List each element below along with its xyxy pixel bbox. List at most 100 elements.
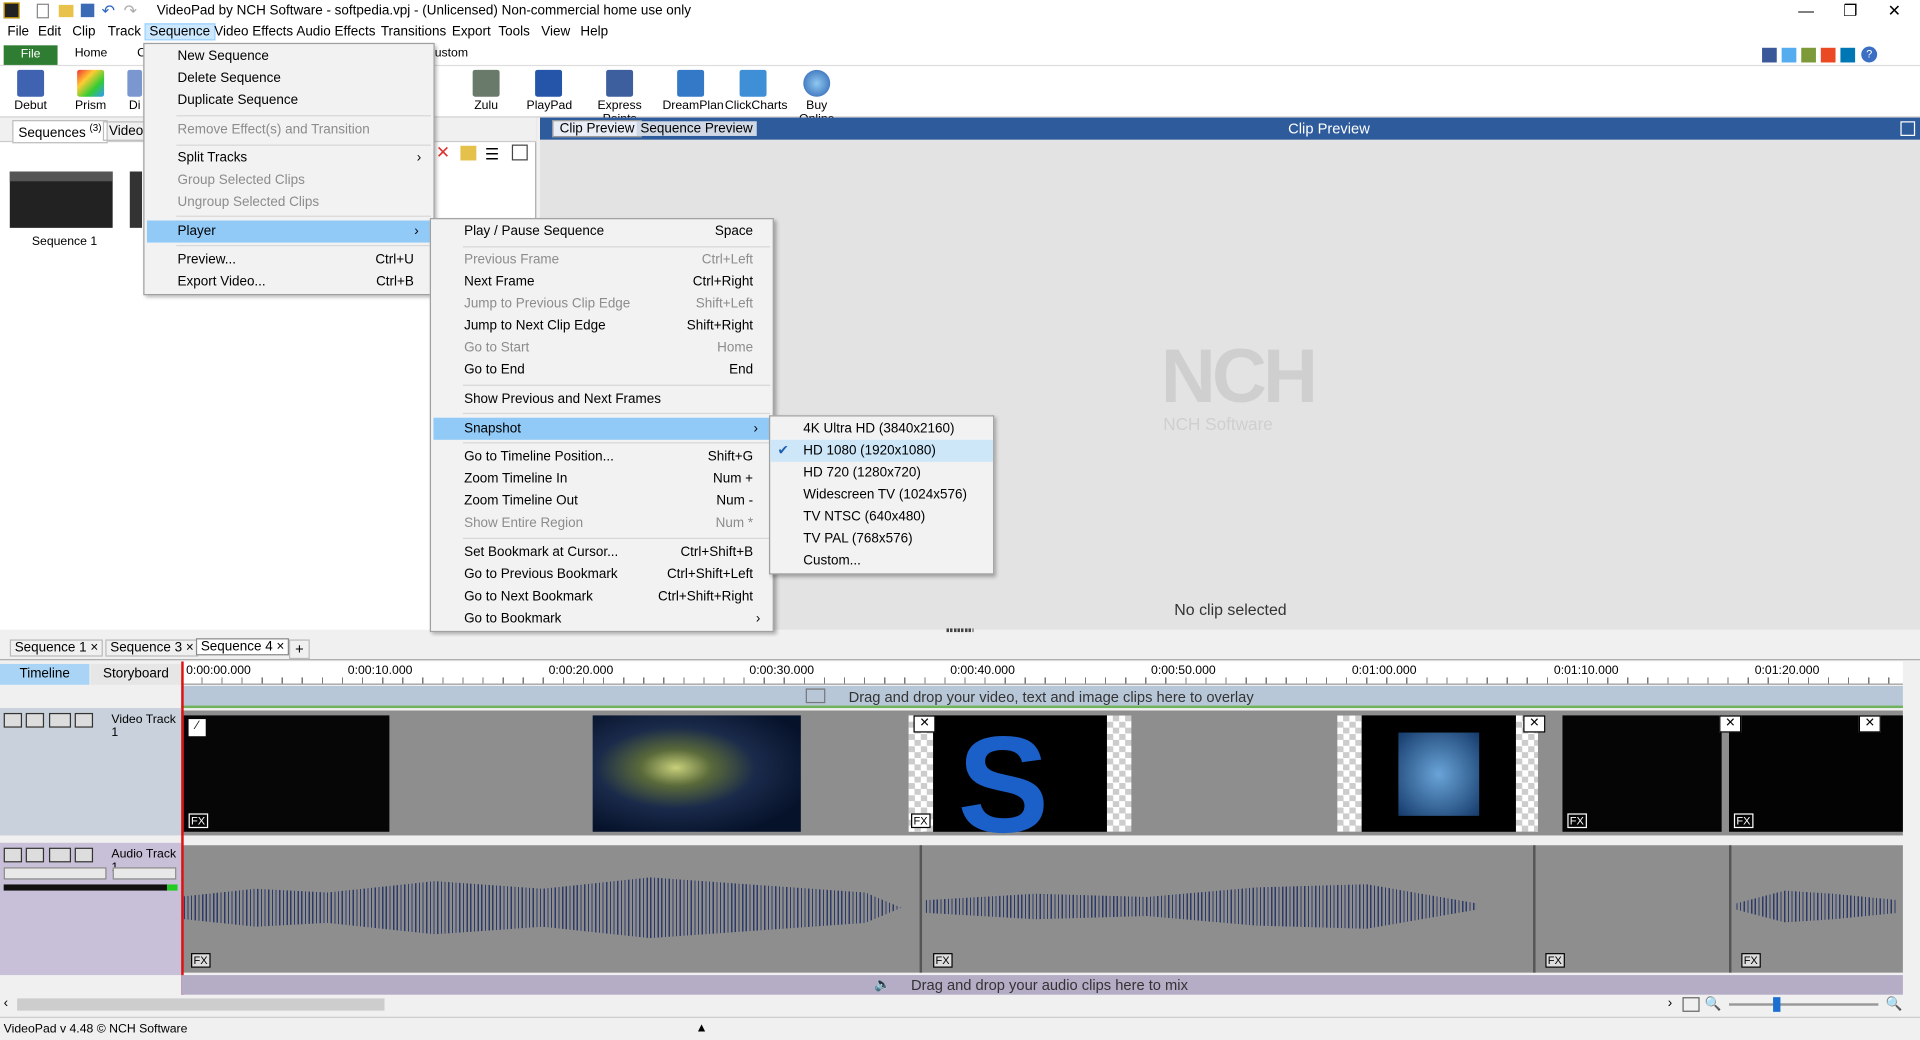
fx-badge[interactable]: FX bbox=[1567, 813, 1587, 829]
mix-track[interactable]: 🔈 Drag and drop your audio clips here to… bbox=[181, 975, 1903, 995]
undock-icon[interactable] bbox=[1900, 121, 1916, 136]
menu-item-show-entire-region[interactable]: Show Entire Region Num * bbox=[431, 512, 773, 534]
menu-item-jump-next-edge[interactable]: Jump to Next Clip Edge Shift+Right bbox=[431, 315, 773, 337]
menu-audio-effects[interactable]: Audio Effects bbox=[296, 25, 375, 40]
help-icon[interactable]: ? bbox=[1861, 46, 1878, 63]
menu-tools[interactable]: Tools bbox=[498, 25, 529, 40]
close-tab-icon[interactable]: × bbox=[90, 641, 98, 656]
stumble-icon[interactable] bbox=[1820, 47, 1836, 63]
facebook-icon[interactable] bbox=[1762, 47, 1777, 63]
zoom-slider[interactable] bbox=[1728, 1003, 1879, 1006]
menu-item-prev-bookmark[interactable]: Go to Previous Bookmark Ctrl+Shift+Left bbox=[431, 564, 773, 586]
menu-item-go-to-timeline-position[interactable]: Go to Timeline Position... Shift+G bbox=[431, 446, 773, 468]
transition-icon[interactable] bbox=[1515, 715, 1538, 832]
zoom-out-icon[interactable]: 🔍 bbox=[1705, 996, 1722, 1012]
tab-home[interactable]: Home bbox=[75, 47, 108, 60]
zoom-slider-thumb[interactable] bbox=[1773, 997, 1781, 1012]
menu-item-group-clips[interactable]: Group Selected Clips bbox=[144, 169, 433, 191]
redo-icon[interactable]: ↷ bbox=[124, 1, 137, 21]
splitter-handle[interactable] bbox=[946, 628, 974, 633]
menu-item-set-bookmark[interactable]: Set Bookmark at Cursor... Ctrl+Shift+B bbox=[431, 541, 773, 563]
menu-item-split-tracks[interactable]: Split Tracks › bbox=[144, 147, 433, 169]
scroll-right-icon[interactable]: › bbox=[1668, 996, 1672, 1011]
transition-icon[interactable] bbox=[1106, 715, 1132, 832]
tab-sequence-3[interactable]: Sequence 3 × bbox=[105, 639, 199, 657]
tab-sequence-4[interactable]: Sequence 4 × bbox=[195, 638, 290, 656]
collapse-track-icon[interactable] bbox=[3, 847, 23, 863]
menu-sequence[interactable]: Sequence bbox=[144, 23, 215, 41]
transition-icon[interactable]: ✕ bbox=[1719, 715, 1742, 733]
menu-item-next-bookmark[interactable]: Go to Next Bookmark Ctrl+Shift+Right bbox=[431, 586, 773, 608]
menu-item-remove-effects[interactable]: Remove Effect(s) and Transition bbox=[144, 119, 433, 141]
menu-item-snapshot-widescreen[interactable]: Widescreen TV (1024x576) bbox=[770, 484, 993, 506]
track-effects-icon[interactable] bbox=[48, 712, 72, 728]
clickcharts-button[interactable]: ClickCharts bbox=[725, 69, 788, 113]
menu-item-new-sequence[interactable]: New Sequence bbox=[144, 45, 433, 67]
clip-divider[interactable] bbox=[1533, 845, 1536, 973]
delete-icon[interactable]: ✕ bbox=[436, 142, 450, 163]
menu-item-ungroup-clips[interactable]: Ungroup Selected Clips bbox=[144, 191, 433, 213]
video-clip[interactable]: ∕ FX bbox=[183, 715, 390, 832]
menu-clip[interactable]: Clip bbox=[72, 25, 95, 40]
menu-item-snapshot-hd1080[interactable]: ✔ HD 1080 (1920x1080) bbox=[770, 439, 994, 462]
zulu-button[interactable]: Zulu bbox=[468, 69, 505, 113]
menu-item-preview[interactable]: Preview... Ctrl+U bbox=[144, 249, 433, 271]
clip-divider[interactable] bbox=[919, 845, 923, 973]
fx-badge[interactable]: FX bbox=[911, 813, 931, 829]
fit-timeline-icon[interactable] bbox=[1682, 997, 1700, 1012]
menu-view[interactable]: View bbox=[541, 25, 570, 40]
video-clip[interactable] bbox=[592, 715, 801, 832]
linkedin-icon[interactable] bbox=[1840, 47, 1856, 63]
lock-icon[interactable] bbox=[74, 712, 94, 728]
transition-icon[interactable]: ✕ bbox=[1523, 715, 1546, 733]
speaker-icon[interactable] bbox=[25, 847, 45, 863]
close-tab-icon[interactable]: × bbox=[186, 641, 194, 656]
menu-item-snapshot-custom[interactable]: Custom... bbox=[770, 550, 993, 572]
scroll-thumb[interactable] bbox=[17, 998, 385, 1011]
share-icon[interactable] bbox=[1801, 47, 1816, 63]
tab-custom[interactable]: ustom bbox=[435, 47, 468, 60]
menu-item-play-pause[interactable]: Play / Pause Sequence Space bbox=[431, 221, 773, 243]
tab-sequence-1[interactable]: Sequence 1 × bbox=[9, 639, 104, 657]
menu-item-next-frame[interactable]: Next Frame Ctrl+Right bbox=[431, 271, 773, 293]
fx-badge[interactable]: FX bbox=[191, 953, 211, 968]
clip-divider[interactable] bbox=[1728, 845, 1732, 973]
fx-badge[interactable]: FX bbox=[1733, 813, 1753, 829]
new-file-icon[interactable] bbox=[36, 3, 49, 19]
tab-clip-preview[interactable]: Clip Preview bbox=[552, 120, 642, 138]
lock-icon[interactable] bbox=[74, 847, 94, 863]
fx-badge[interactable]: FX bbox=[1545, 953, 1565, 968]
menu-item-snapshot-4k[interactable]: 4K Ultra HD (3840x2160) bbox=[770, 418, 993, 440]
close-button[interactable]: ✕ bbox=[1866, 0, 1920, 22]
menu-item-show-prev-next-frames[interactable]: Show Previous and Next Frames bbox=[431, 388, 773, 410]
tab-sequences[interactable]: Sequences (3) bbox=[12, 120, 108, 143]
menu-edit[interactable]: Edit bbox=[38, 25, 61, 40]
fx-badge[interactable]: FX bbox=[1741, 953, 1761, 968]
audio-track[interactable]: FX FX FX FX bbox=[181, 845, 1903, 973]
video-clip[interactable] bbox=[1337, 715, 1538, 832]
volume-slider[interactable] bbox=[3, 867, 107, 880]
video-track[interactable]: ∕ FX S FX FX FX ✕ ✕ ✕ ✕ bbox=[181, 708, 1903, 861]
tab-file[interactable]: File bbox=[3, 45, 58, 65]
sequence-thumbnail[interactable] bbox=[9, 171, 113, 228]
menu-item-zoom-out[interactable]: Zoom Timeline Out Num - bbox=[431, 490, 773, 512]
menu-item-go-to-start[interactable]: Go to Start Home bbox=[431, 337, 773, 359]
prism-button[interactable]: Prism bbox=[70, 69, 112, 113]
undo-icon[interactable]: ↶ bbox=[102, 1, 115, 21]
collapse-track-icon[interactable] bbox=[3, 712, 23, 728]
menu-item-snapshot-pal[interactable]: TV PAL (768x576) bbox=[770, 528, 993, 550]
expand-panel-icon[interactable]: ▲ bbox=[696, 1022, 708, 1035]
menu-item-zoom-in[interactable]: Zoom Timeline In Num + bbox=[431, 468, 773, 490]
timeline-tab[interactable]: Timeline bbox=[0, 663, 90, 685]
menu-item-jump-prev-edge[interactable]: Jump to Previous Clip Edge Shift+Left bbox=[431, 293, 773, 315]
video-clip[interactable]: FX bbox=[1728, 715, 1903, 832]
di-button[interactable]: Di bbox=[126, 69, 143, 113]
transition-icon[interactable]: ✕ bbox=[1858, 715, 1881, 733]
menu-item-previous-frame[interactable]: Previous Frame Ctrl+Left bbox=[431, 249, 773, 271]
menu-help[interactable]: Help bbox=[580, 25, 608, 40]
menu-item-export-video[interactable]: Export Video... Ctrl+B bbox=[144, 271, 433, 293]
transition-icon[interactable]: ∕ bbox=[188, 719, 206, 737]
track-effects-icon[interactable] bbox=[48, 847, 72, 863]
menu-export[interactable]: Export bbox=[452, 25, 491, 40]
menu-item-go-to-bookmark[interactable]: Go to Bookmark › bbox=[431, 608, 773, 630]
